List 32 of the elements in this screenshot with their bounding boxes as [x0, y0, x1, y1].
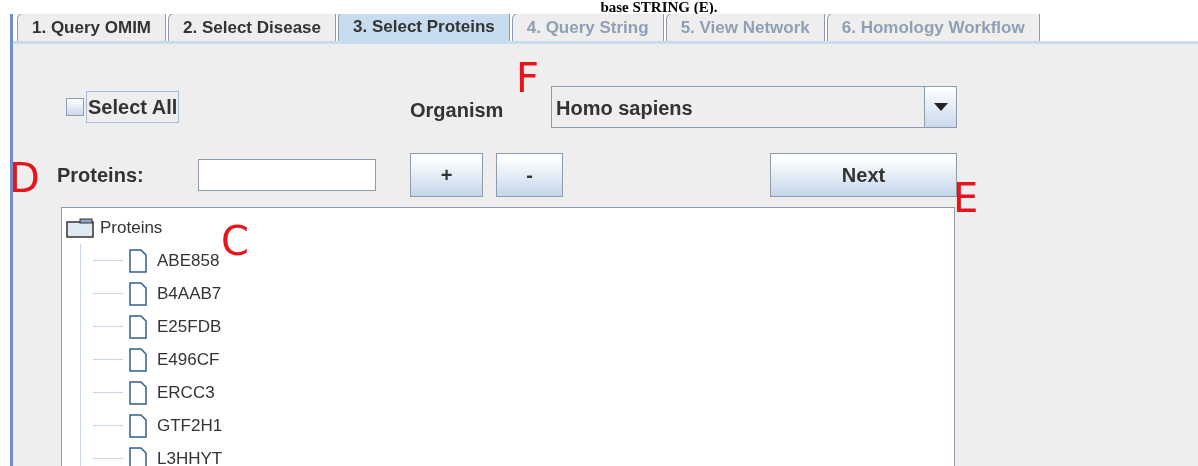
dropdown-arrow-icon: [933, 103, 948, 111]
document-icon: [129, 248, 147, 273]
tree-node[interactable]: Proteins: [100, 215, 163, 241]
select-all-label[interactable]: Select All: [86, 91, 180, 123]
annotation-letter: C: [221, 221, 249, 261]
document-icon: [129, 281, 147, 306]
annotation-letter: D: [13, 158, 40, 198]
tab[interactable]: 3. Select Proteins: [338, 14, 510, 41]
tree-item[interactable]: E25FDB: [157, 313, 222, 340]
tree-item[interactable]: B4AAB7: [157, 280, 222, 307]
document-icon: [129, 413, 147, 438]
caption-text: base STRING (E).: [599, 0, 719, 14]
protein-input-field[interactable]: [198, 159, 376, 191]
next-button[interactable]: Next: [770, 153, 957, 197]
organism-label: Organism: [410, 98, 505, 123]
tree-item[interactable]: GTF2H1: [157, 412, 223, 439]
select-all-checkbox[interactable]: [66, 98, 84, 116]
tab[interactable]: 1. Query OMIM: [17, 14, 167, 41]
document-icon: [129, 380, 147, 405]
document-icon: [129, 347, 147, 372]
annotation-letter: F: [516, 58, 539, 98]
folder-icon: [66, 218, 94, 238]
tab[interactable]: 2. Select Disease: [168, 14, 336, 41]
tree-item[interactable]: ABE858: [157, 247, 220, 274]
tree-item[interactable]: E496CF: [157, 346, 220, 373]
tree-item[interactable]: L3HHYT: [157, 445, 223, 466]
tree-item[interactable]: ERCC3: [157, 379, 215, 406]
add-button[interactable]: +: [410, 153, 483, 197]
proteins-label: Proteins:: [57, 163, 145, 188]
remove-button[interactable]: -: [496, 153, 563, 197]
organism-dropdown[interactable]: Homo sapiens: [551, 86, 957, 128]
document-icon: [129, 314, 147, 339]
